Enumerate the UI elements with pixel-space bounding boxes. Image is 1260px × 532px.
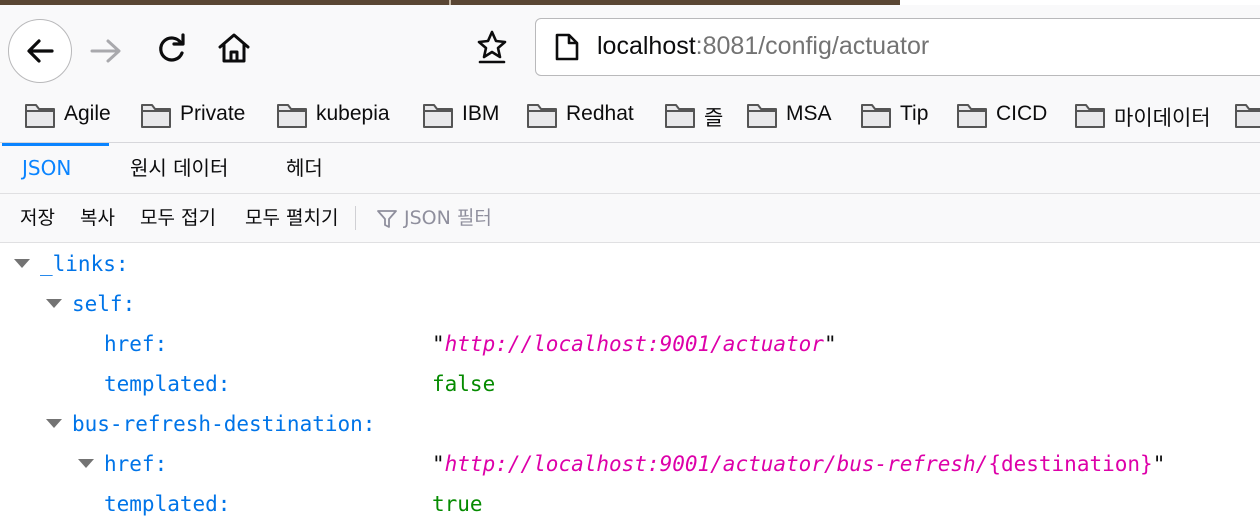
folder-icon [25, 104, 55, 128]
json-boolean-value: true [432, 492, 483, 516]
bookmark-label: Tip [900, 102, 929, 125]
reload-button[interactable] [154, 31, 190, 67]
bookmark-label: Redhat [566, 102, 634, 125]
json-key: href: [104, 452, 168, 476]
json-row-self-templated[interactable]: templated: false [0, 365, 1260, 405]
tab-raw-data[interactable]: 원시 데이터 [130, 143, 228, 193]
url-text[interactable]: localhost:8081/config/actuator [597, 32, 929, 61]
json-string-value: "http://localhost:9001/actuator/bus-refr… [432, 452, 1166, 476]
json-row-self-href[interactable]: href: "http://localhost:9001/actuator" [0, 325, 1260, 365]
forward-arrow-icon [90, 39, 121, 63]
bookmark-label: kubepia [316, 102, 390, 125]
url-path: :8081/config/actuator [695, 32, 930, 60]
json-row-links[interactable]: _links: [0, 245, 1260, 285]
json-filter-input[interactable]: JSON 필터 [404, 194, 492, 242]
bookmark-label: 즐 [704, 107, 724, 130]
folder-icon [277, 104, 307, 128]
folder-icon [665, 104, 695, 128]
home-icon [218, 33, 250, 63]
json-key: href: [104, 332, 168, 356]
json-key: self: [72, 292, 136, 316]
json-boolean-value: false [432, 372, 496, 396]
copy-button[interactable]: 복사 [80, 194, 115, 242]
json-viewer-toolbar: 저장 복사 모두 접기 모두 펼치기 JSON 필터 [0, 194, 1260, 243]
home-button[interactable] [216, 30, 252, 66]
expand-all-button[interactable]: 모두 펼치기 [245, 194, 338, 242]
expand-toggle-icon[interactable] [14, 259, 30, 268]
folder-icon [423, 104, 453, 128]
json-key: _links: [40, 252, 129, 276]
navigation-bar: localhost:8081/config/actuator [0, 5, 1260, 90]
folder-icon [747, 104, 777, 128]
save-button[interactable]: 저장 [20, 194, 55, 242]
expand-toggle-icon[interactable] [46, 419, 62, 428]
json-row-bus-refresh-destination[interactable]: bus-refresh-destination: [0, 405, 1260, 445]
tab-headers[interactable]: 헤더 [286, 143, 323, 193]
bookmark-label: 마이데이터 [1114, 107, 1211, 130]
back-arrow-icon [27, 39, 54, 63]
json-string-template: {destination} [988, 452, 1153, 476]
folder-icon [1235, 104, 1260, 128]
bookmark-page-button[interactable] [475, 29, 509, 65]
json-string-value: "http://localhost:9001/actuator" [432, 332, 837, 356]
folder-icon [861, 104, 891, 128]
bookmark-label: CICD [996, 102, 1048, 125]
json-row-bus-href[interactable]: href: "http://localhost:9001/actuator/bu… [0, 445, 1260, 485]
json-key: bus-refresh-destination: [72, 412, 376, 436]
json-string-text: http://localhost:9001/actuator [444, 332, 824, 356]
url-host: localhost [597, 32, 696, 60]
back-button[interactable] [8, 19, 72, 83]
folder-icon [527, 104, 557, 128]
reload-icon [159, 33, 185, 62]
url-bar[interactable]: localhost:8081/config/actuator [535, 18, 1260, 76]
folder-icon [957, 104, 987, 128]
filter-icon [377, 210, 397, 228]
json-row-bus-templated[interactable]: templated: true [0, 485, 1260, 525]
json-string-text: http://localhost:9001/actuator/bus-refre… [444, 452, 989, 476]
forward-button[interactable] [88, 33, 124, 69]
toolbar-divider [355, 206, 356, 230]
expand-toggle-icon[interactable] [78, 459, 94, 468]
expand-toggle-icon[interactable] [46, 299, 62, 308]
bookmark-label: Private [180, 102, 246, 125]
bookmark-star-icon [477, 30, 507, 64]
bookmark-label: MSA [786, 102, 832, 125]
folder-icon [1075, 104, 1105, 128]
folder-icon [141, 104, 171, 128]
json-key: templated: [104, 372, 231, 396]
json-row-self[interactable]: self: [0, 285, 1260, 325]
json-key: templated: [104, 492, 231, 516]
tab-json[interactable]: JSON [22, 143, 71, 193]
bookmark-label: IBM [462, 102, 500, 125]
collapse-all-button[interactable]: 모두 접기 [140, 194, 216, 242]
bookmarks-toolbar: Agile Private kubepia IBM Redhat 즐 MSA T… [0, 90, 1260, 143]
page-icon [555, 33, 579, 61]
json-viewer-tabs: JSON 원시 데이터 헤더 [0, 143, 1260, 194]
bookmark-label: Agile [64, 102, 111, 125]
